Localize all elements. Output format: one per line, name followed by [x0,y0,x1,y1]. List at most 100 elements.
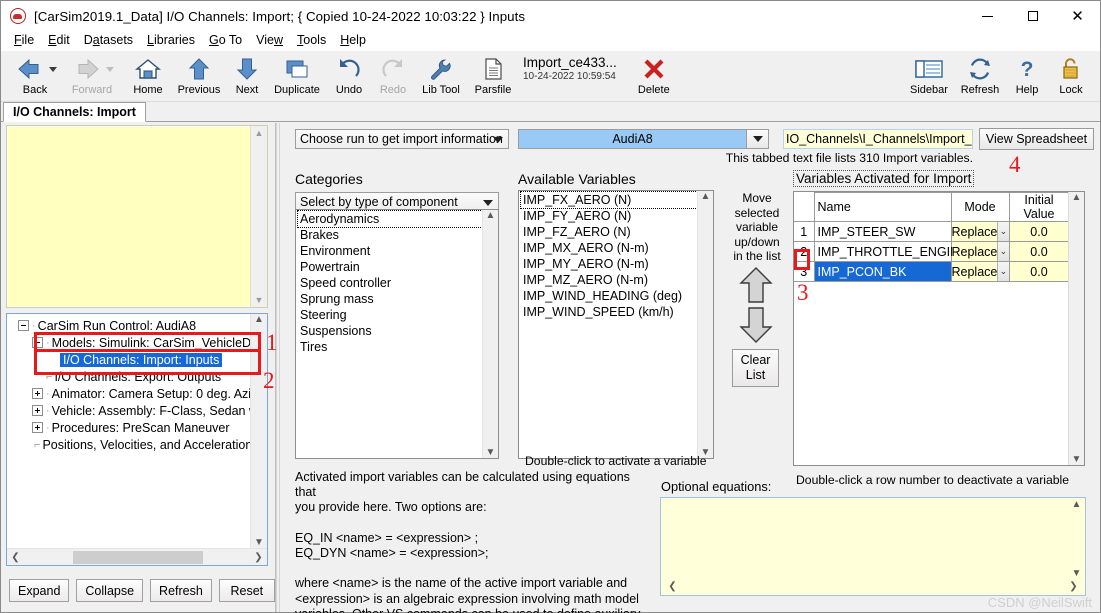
forward-button[interactable]: Forward [64,53,120,100]
menu-item-datasets[interactable]: Datasets [77,32,140,49]
tree-item-io-import[interactable]: I/O Channels: Import: Inputs [10,351,250,368]
dataset-dropdown-button[interactable] [746,130,768,148]
refresh-tree-button[interactable]: Refresh [150,579,212,602]
category-item-aerodynamics[interactable]: Aerodynamics [297,210,483,228]
dataset-tree[interactable]: · CarSim Run Control: AudiA8 · Models: S… [6,313,268,566]
table-row[interactable]: 2 IMP_THROTTLE_ENGINE Replace ⌄ 0.0 [794,241,1070,262]
category-item-brakes[interactable]: Brakes [298,227,482,243]
categories-scroll-up-icon[interactable]: ▲ [483,210,498,221]
table-scroll-up-icon[interactable]: ▲ [1069,192,1084,203]
menu-item-goto[interactable]: Go To [202,32,249,49]
chevron-down-icon[interactable]: ⌄ [997,222,1009,241]
duplicate-button[interactable]: Duplicate [268,53,326,100]
back-button[interactable]: Back [7,53,63,100]
category-item-speed-controller[interactable]: Speed controller [298,275,482,291]
tree-horizontal-scrollbar[interactable]: ❮ ❯ [7,548,267,565]
menu-item-tools[interactable]: Tools [290,32,333,49]
table-row[interactable]: 1 IMP_STEER_SW Replace ⌄ 0.0 [794,221,1070,242]
row-initial-value[interactable]: 0.0 [1008,261,1070,282]
menu-item-file[interactable]: File [7,32,41,49]
category-item-sprung-mass[interactable]: Sprung mass [298,291,482,307]
clear-list-button[interactable]: Clear List [732,349,779,387]
chevron-down-icon[interactable]: ⌄ [997,242,1009,261]
optional-equations-vscrollbar[interactable]: ▲ ▼ [1069,499,1084,579]
tree-item-vehicle-assembly[interactable]: · Vehicle: Assembly: F-Class, Sedan w/ 8… [10,402,250,419]
tree-item-positions-velocities[interactable]: ⌐ Positions, Velocities, and Acceleratio… [10,436,250,453]
tree-scroll-down-icon[interactable]: ▼ [252,537,267,548]
notes-scroll-down-icon[interactable]: ▼ [255,293,264,307]
menu-item-edit[interactable]: Edit [41,32,77,49]
expand-button[interactable]: Expand [9,579,70,602]
available-variable-item[interactable]: IMP_FY_AERO (N) [521,208,697,224]
import-file-path[interactable]: IO_Channels\I_Channels\Import_ce43 [783,129,973,149]
optional-eq-scroll-right-icon[interactable]: ❯ [1066,581,1081,592]
row-variable-name[interactable]: IMP_STEER_SW [813,221,952,242]
available-variables-listbox[interactable]: IMP_FX_AERO (N) IMP_FY_AERO (N) IMP_FZ_A… [518,190,714,459]
available-variable-item[interactable]: IMP_FZ_AERO (N) [521,224,697,240]
row-number[interactable]: 2 [794,241,815,262]
activated-table-scrollbar[interactable]: ▲ ▼ [1068,192,1084,465]
optional-eq-scroll-up-icon[interactable]: ▲ [1069,499,1084,510]
undo-button[interactable]: Undo [327,53,371,100]
close-icon[interactable]: ✕ [1055,1,1100,31]
back-dropdown-icon[interactable] [49,66,57,72]
dataset-dropdown[interactable]: AudiA8 [518,129,769,149]
table-scroll-down-icon[interactable]: ▼ [1069,454,1084,465]
expander-minus-icon[interactable] [18,320,29,331]
optional-eq-scroll-down-icon[interactable]: ▼ [1069,568,1084,579]
tree-item-procedures[interactable]: · Procedures: PreScan Maneuver [10,419,250,436]
categories-listbox[interactable]: Aerodynamics Brakes Environment Powertra… [295,209,499,459]
parsfile-button[interactable]: Parsfile [468,53,518,100]
lock-button[interactable]: Lock [1049,53,1093,100]
chevron-down-icon[interactable]: ⌄ [997,262,1009,281]
tree-item-models-simulink[interactable]: · Models: Simulink: CarSim_VehicleDynam [10,334,250,351]
optional-equations-text[interactable] [662,499,1069,579]
row-initial-value[interactable]: 0.0 [1008,241,1070,262]
optional-equations-hscrollbar[interactable]: ❮ ❯ [662,579,1084,594]
category-item-environment[interactable]: Environment [298,243,482,259]
collapse-button[interactable]: Collapse [76,579,144,602]
maximize-icon[interactable] [1010,1,1055,31]
home-button[interactable]: Home [125,53,171,100]
tree-vertical-scrollbar[interactable]: ▲ ▼ [250,314,267,548]
row-mode-cell[interactable]: Replace ⌄ [950,221,1010,242]
reset-button[interactable]: Reset [218,579,275,602]
previous-button[interactable]: Previous [172,53,226,100]
help-button[interactable]: ? Help [1006,53,1048,100]
table-row[interactable]: 3 IMP_PCON_BK Replace ⌄ 0.0 [794,261,1070,282]
tree-item-animator[interactable]: · Animator: Camera Setup: 0 deg. Azimuth [10,385,250,402]
available-variable-item[interactable]: IMP_FX_AERO (N) [520,191,698,209]
row-mode-cell[interactable]: Replace ⌄ [950,261,1010,282]
next-button[interactable]: Next [227,53,267,100]
optional-equations-field[interactable]: ▲ ▼ ❮ ❯ [660,497,1086,596]
available-variable-item[interactable]: IMP_MY_AERO (N-m) [521,256,697,272]
row-number[interactable]: 1 [794,221,815,242]
move-down-button[interactable] [738,306,774,344]
row-initial-value[interactable]: 0.0 [1008,221,1070,242]
row-variable-name[interactable]: IMP_PCON_BK [813,261,952,282]
menu-item-view[interactable]: View [249,32,290,49]
tab-io-channels-import[interactable]: I/O Channels: Import [3,102,146,122]
category-item-suspensions[interactable]: Suspensions [298,323,482,339]
available-variable-item[interactable]: IMP_WIND_SPEED (km/h) [521,304,697,320]
available-scroll-up-icon[interactable]: ▲ [698,191,713,202]
available-variable-item[interactable]: IMP_MX_AERO (N-m) [521,240,697,256]
view-spreadsheet-button[interactable]: View Spreadsheet [979,128,1094,150]
row-variable-name[interactable]: IMP_THROTTLE_ENGINE [813,241,968,262]
categories-scroll-down-icon[interactable]: ▼ [483,447,498,458]
redo-button[interactable]: Redo [372,53,414,100]
row-number[interactable]: 3 [794,261,815,282]
available-variables-scrollbar[interactable]: ▲ ▼ [697,191,713,458]
categories-scrollbar[interactable]: ▲ ▼ [482,210,498,458]
expander-plus-icon[interactable] [32,388,43,399]
optional-eq-scroll-left-icon[interactable]: ❮ [665,581,680,592]
move-up-button[interactable] [738,266,774,304]
expander-plus-icon[interactable] [32,405,43,416]
delete-button[interactable]: Delete [631,53,677,100]
category-item-tires[interactable]: Tires [298,339,482,355]
row-mode-cell[interactable]: Replace ⌄ [950,241,1010,262]
tree-h-scroll-thumb[interactable] [73,550,203,564]
tree-item-io-export[interactable]: ⌐ I/O Channels: Export: Outputs [10,368,250,385]
refresh-button[interactable]: Refresh [955,53,1005,100]
notes-field[interactable]: ▲ ▼ [6,125,268,308]
